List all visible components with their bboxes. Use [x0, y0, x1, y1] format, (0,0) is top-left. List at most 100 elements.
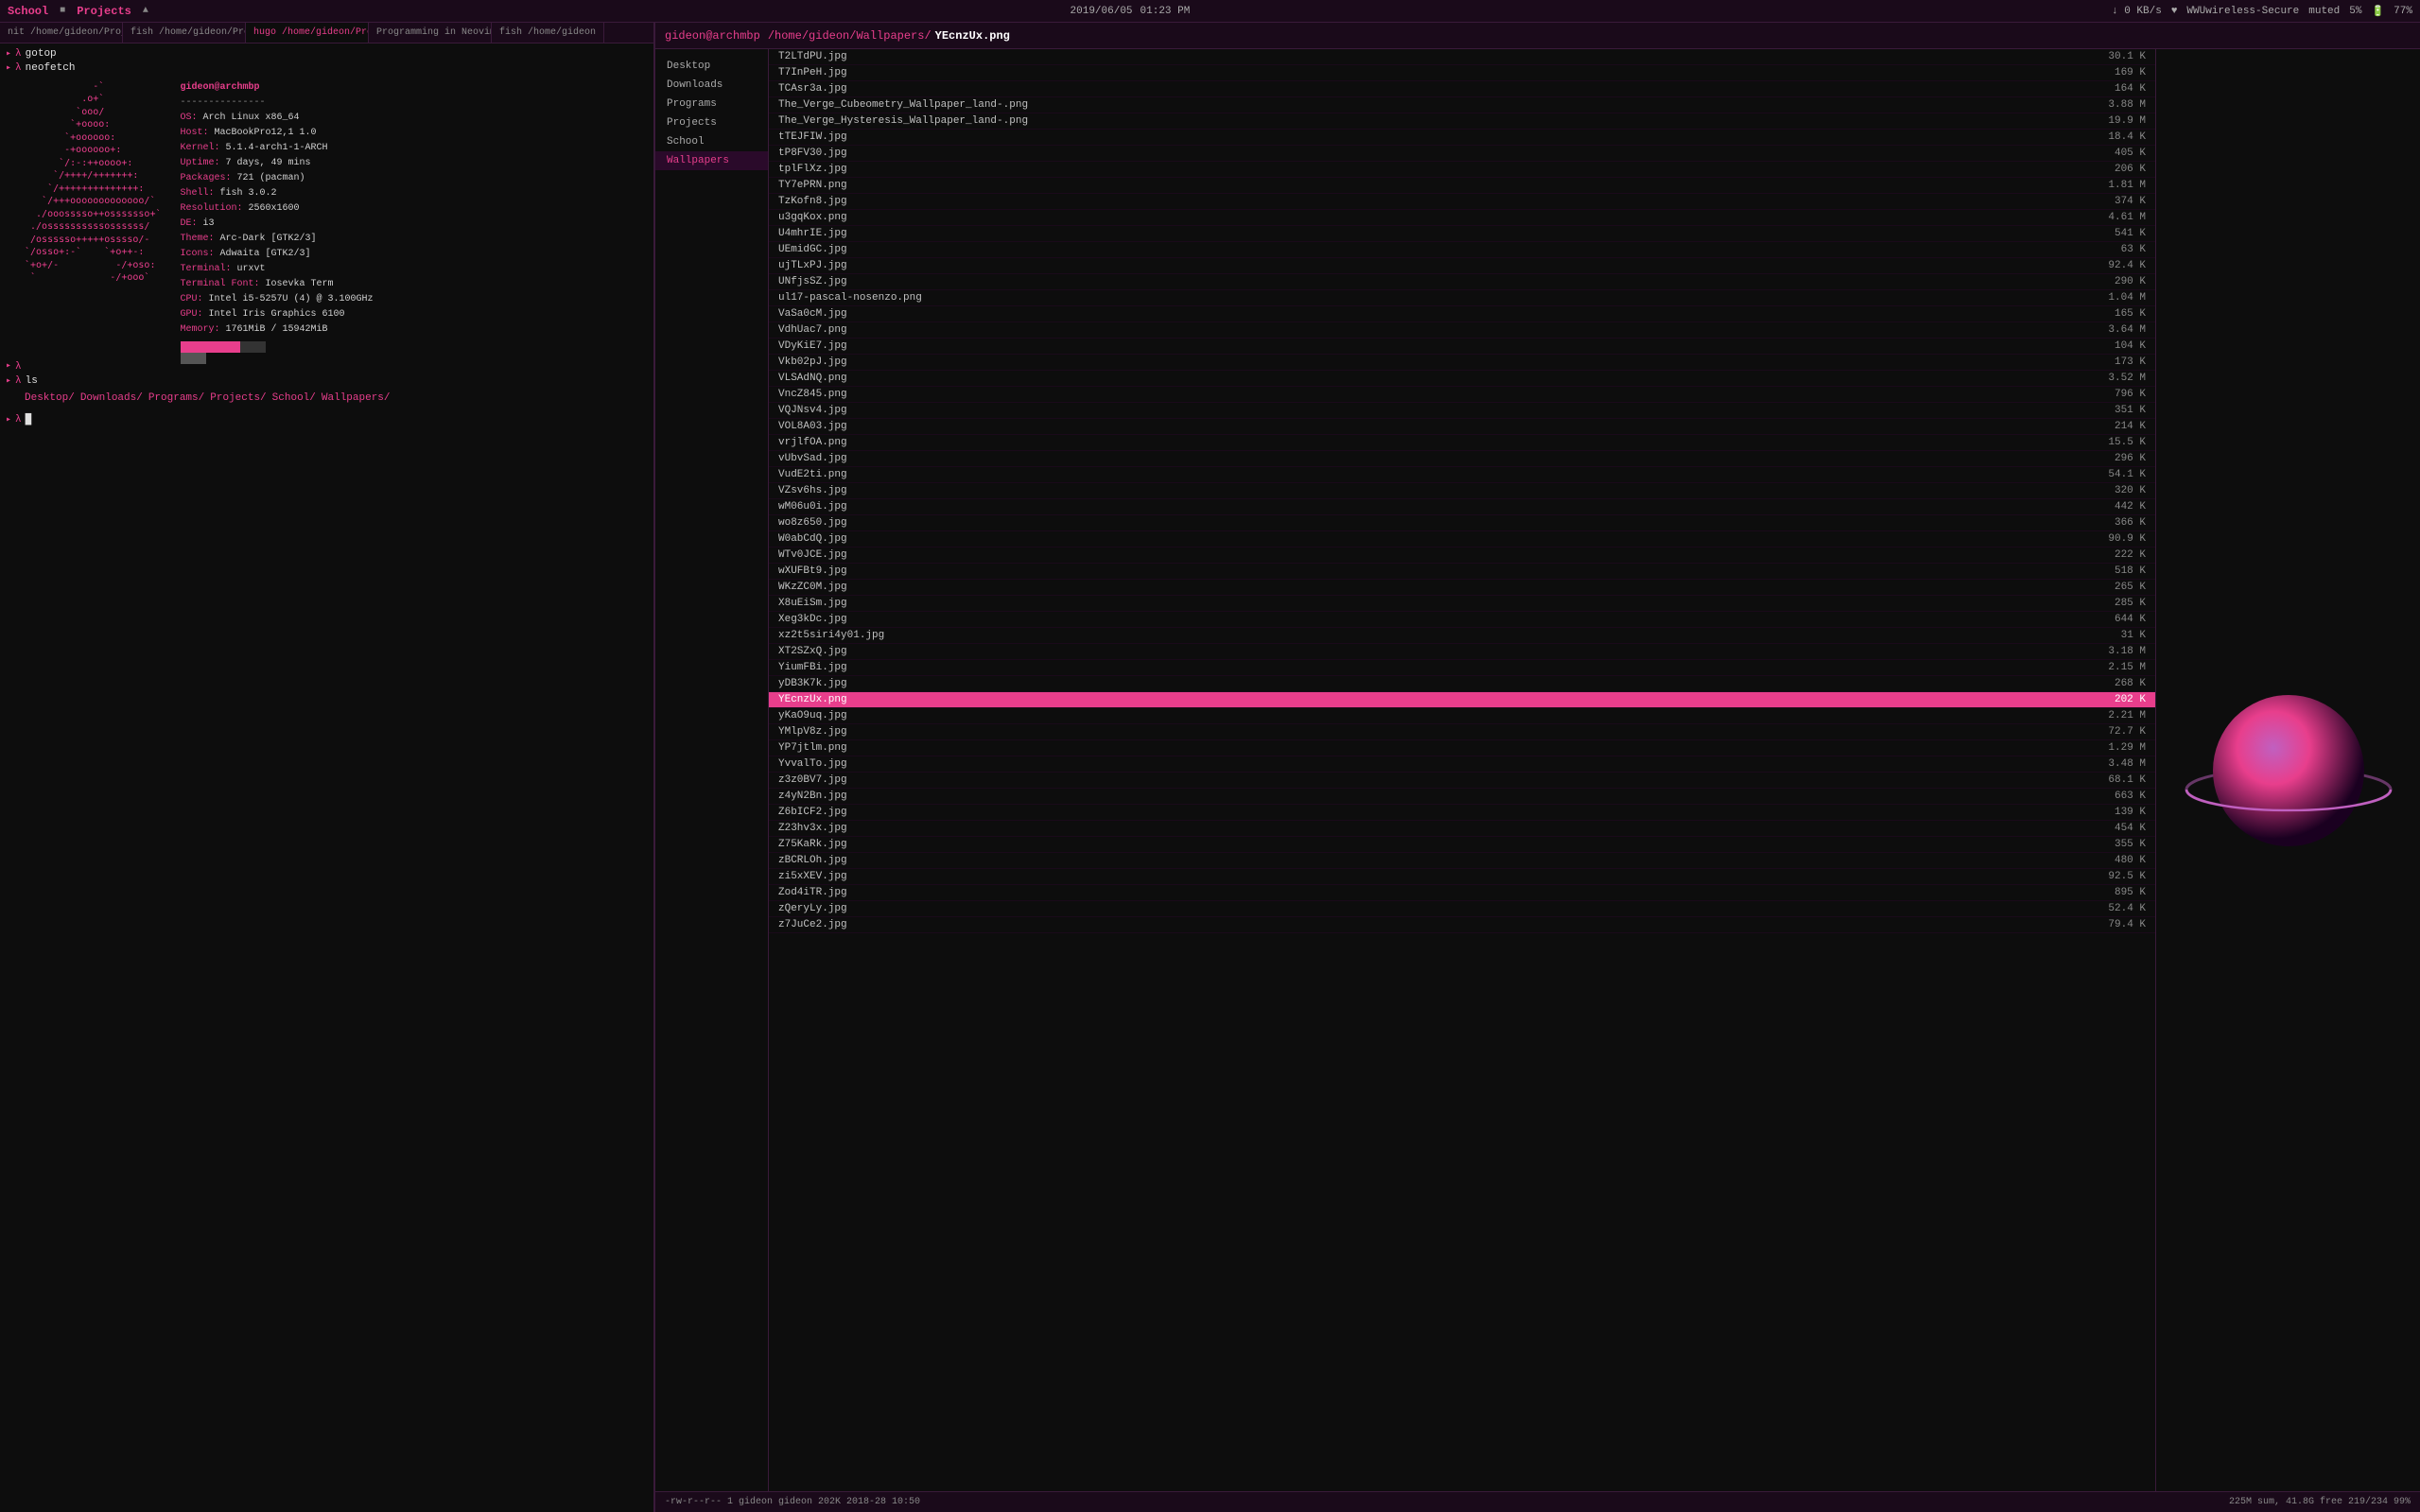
- file-row[interactable]: tP8FV30.jpg405 K: [769, 146, 2155, 162]
- ls-desktop: Desktop/: [25, 391, 75, 406]
- sidebar-item-desktop[interactable]: Desktop: [655, 57, 768, 76]
- si-os-key: OS:: [181, 113, 203, 123]
- file-size: 206 K: [2089, 164, 2146, 175]
- file-row[interactable]: YvvalTo.jpg3.48 M: [769, 756, 2155, 773]
- file-name: z4yN2Bn.jpg: [778, 791, 2089, 802]
- file-row[interactable]: wo8z650.jpg366 K: [769, 515, 2155, 531]
- file-row[interactable]: UEmidGC.jpg63 K: [769, 242, 2155, 258]
- wifi-icon: ♥: [2171, 6, 2178, 17]
- file-row[interactable]: z3z0BV7.jpg68.1 K: [769, 773, 2155, 789]
- sidebar-item-downloads[interactable]: Downloads: [655, 76, 768, 95]
- file-row[interactable]: TzKofn8.jpg374 K: [769, 194, 2155, 210]
- file-row[interactable]: wXUFBt9.jpg518 K: [769, 564, 2155, 580]
- file-row[interactable]: wM06u0i.jpg442 K: [769, 499, 2155, 515]
- file-row[interactable]: Z75KaRk.jpg355 K: [769, 837, 2155, 853]
- si-uptime-key: Uptime:: [181, 158, 226, 168]
- file-size: 480 K: [2089, 855, 2146, 866]
- file-row[interactable]: zBCRLOh.jpg480 K: [769, 853, 2155, 869]
- file-row[interactable]: VOL8A03.jpg214 K: [769, 419, 2155, 435]
- file-row[interactable]: VZsv6hs.jpg320 K: [769, 483, 2155, 499]
- tab-3[interactable]: hugo /home/gideon/Projects/TechStack/Web: [246, 23, 369, 43]
- file-name: YP7jtlm.png: [778, 742, 2089, 754]
- file-size: 296 K: [2089, 453, 2146, 464]
- tab-4[interactable]: Programming in Neovim :: Gideon Wolfe: [369, 23, 492, 43]
- file-row[interactable]: zQeryLy.jpg52.4 K: [769, 901, 2155, 917]
- file-row[interactable]: YiumFBi.jpg2.15 M: [769, 660, 2155, 676]
- file-row[interactable]: VDyKiE7.jpg104 K: [769, 339, 2155, 355]
- file-row[interactable]: YMlpV8z.jpg72.7 K: [769, 724, 2155, 740]
- file-row[interactable]: Z6bICF2.jpg139 K: [769, 805, 2155, 821]
- file-row[interactable]: VaSa0cM.jpg165 K: [769, 306, 2155, 322]
- file-name: Xeg3kDc.jpg: [778, 614, 2089, 625]
- file-name: TCAsr3a.jpg: [778, 83, 2089, 95]
- app-projects[interactable]: Projects: [77, 5, 131, 18]
- file-name: Vkb02pJ.jpg: [778, 356, 2089, 368]
- file-row[interactable]: The_Verge_Cubeometry_Wallpaper_land-.png…: [769, 97, 2155, 113]
- file-row[interactable]: VdhUac7.png3.64 M: [769, 322, 2155, 339]
- tab-1[interactable]: nit /home/gideon/Projects/TechStack/Web: [0, 23, 123, 43]
- file-name: T7InPeH.jpg: [778, 67, 2089, 78]
- file-size: 351 K: [2089, 405, 2146, 416]
- file-row[interactable]: Xeg3kDc.jpg644 K: [769, 612, 2155, 628]
- file-row[interactable]: VncZ845.png796 K: [769, 387, 2155, 403]
- file-row[interactable]: vUbvSad.jpg296 K: [769, 451, 2155, 467]
- file-name: zBCRLOh.jpg: [778, 855, 2089, 866]
- file-row[interactable]: TCAsr3a.jpg164 K: [769, 81, 2155, 97]
- file-name: VncZ845.png: [778, 389, 2089, 400]
- file-size: 541 K: [2089, 228, 2146, 239]
- file-row[interactable]: XT2SZxQ.jpg3.18 M: [769, 644, 2155, 660]
- prompt-icon-4: ▸: [6, 375, 11, 389]
- file-row[interactable]: VLSAdNQ.png3.52 M: [769, 371, 2155, 387]
- file-row[interactable]: zi5xXEV.jpg92.5 K: [769, 869, 2155, 885]
- file-row[interactable]: Zod4iTR.jpg895 K: [769, 885, 2155, 901]
- file-row[interactable]: T2LTdPU.jpg30.1 K: [769, 49, 2155, 65]
- file-row[interactable]: YP7jtlm.png1.29 M: [769, 740, 2155, 756]
- file-name: VaSa0cM.jpg: [778, 308, 2089, 320]
- file-row[interactable]: VudE2ti.png54.1 K: [769, 467, 2155, 483]
- file-row[interactable]: YEcnzUx.png202 K: [769, 692, 2155, 708]
- sidebar-item-wallpapers[interactable]: Wallpapers: [655, 151, 768, 170]
- file-row[interactable]: u3gqKox.png4.61 M: [769, 210, 2155, 226]
- tab-5[interactable]: fish /home/gideon: [492, 23, 604, 43]
- file-row[interactable]: WKzZC0M.jpg265 K: [769, 580, 2155, 596]
- sidebar-item-projects[interactable]: Projects: [655, 113, 768, 132]
- file-row[interactable]: ul17-pascal-nosenzo.png1.04 M: [769, 290, 2155, 306]
- file-row[interactable]: Z23hv3x.jpg454 K: [769, 821, 2155, 837]
- file-row[interactable]: yKaO9uq.jpg2.21 M: [769, 708, 2155, 724]
- topbar-left: School ■ Projects ▲: [8, 5, 148, 18]
- fm-filelist[interactable]: T2LTdPU.jpg30.1 KT7InPeH.jpg169 KTCAsr3a…: [769, 49, 2155, 1491]
- file-size: 169 K: [2089, 67, 2146, 78]
- memory-progress: [181, 341, 374, 353]
- cmd-cursor[interactable]: █: [26, 413, 32, 427]
- file-size: 320 K: [2089, 485, 2146, 496]
- file-row[interactable]: X8uEiSm.jpg285 K: [769, 596, 2155, 612]
- tab-2[interactable]: fish /home/gideon/Projects/TechStack/Web: [123, 23, 246, 43]
- file-row[interactable]: The_Verge_Hysteresis_Wallpaper_land-.png…: [769, 113, 2155, 130]
- file-name: vrjlfOA.png: [778, 437, 2089, 448]
- sidebar-item-school[interactable]: School: [655, 132, 768, 151]
- file-row[interactable]: tTEJFIW.jpg18.4 K: [769, 130, 2155, 146]
- app-school[interactable]: School: [8, 5, 48, 18]
- file-row[interactable]: yDB3K7k.jpg268 K: [769, 676, 2155, 692]
- file-name: VZsv6hs.jpg: [778, 485, 2089, 496]
- file-row[interactable]: U4mhrIE.jpg541 K: [769, 226, 2155, 242]
- ls-downloads: Downloads/: [80, 391, 143, 406]
- sidebar-item-programs[interactable]: Programs: [655, 95, 768, 113]
- file-row[interactable]: W0abCdQ.jpg90.9 K: [769, 531, 2155, 547]
- file-row[interactable]: ujTLxPJ.jpg92.4 K: [769, 258, 2155, 274]
- file-row[interactable]: z4yN2Bn.jpg663 K: [769, 789, 2155, 805]
- file-row[interactable]: vrjlfOA.png15.5 K: [769, 435, 2155, 451]
- file-row[interactable]: UNfjsSZ.jpg290 K: [769, 274, 2155, 290]
- file-row[interactable]: Vkb02pJ.jpg173 K: [769, 355, 2155, 371]
- file-row[interactable]: VQJNsv4.jpg351 K: [769, 403, 2155, 419]
- file-size: 355 K: [2089, 839, 2146, 850]
- file-size: 90.9 K: [2089, 533, 2146, 545]
- file-row[interactable]: T7InPeH.jpg169 K: [769, 65, 2155, 81]
- file-row[interactable]: z7JuCe2.jpg79.4 K: [769, 917, 2155, 933]
- file-size: 15.5 K: [2089, 437, 2146, 448]
- file-row[interactable]: TY7ePRN.png1.81 M: [769, 178, 2155, 194]
- file-row[interactable]: xz2t5siri4y01.jpg31 K: [769, 628, 2155, 644]
- file-row[interactable]: WTv0JCE.jpg222 K: [769, 547, 2155, 564]
- file-name: wXUFBt9.jpg: [778, 565, 2089, 577]
- file-row[interactable]: tplFlXz.jpg206 K: [769, 162, 2155, 178]
